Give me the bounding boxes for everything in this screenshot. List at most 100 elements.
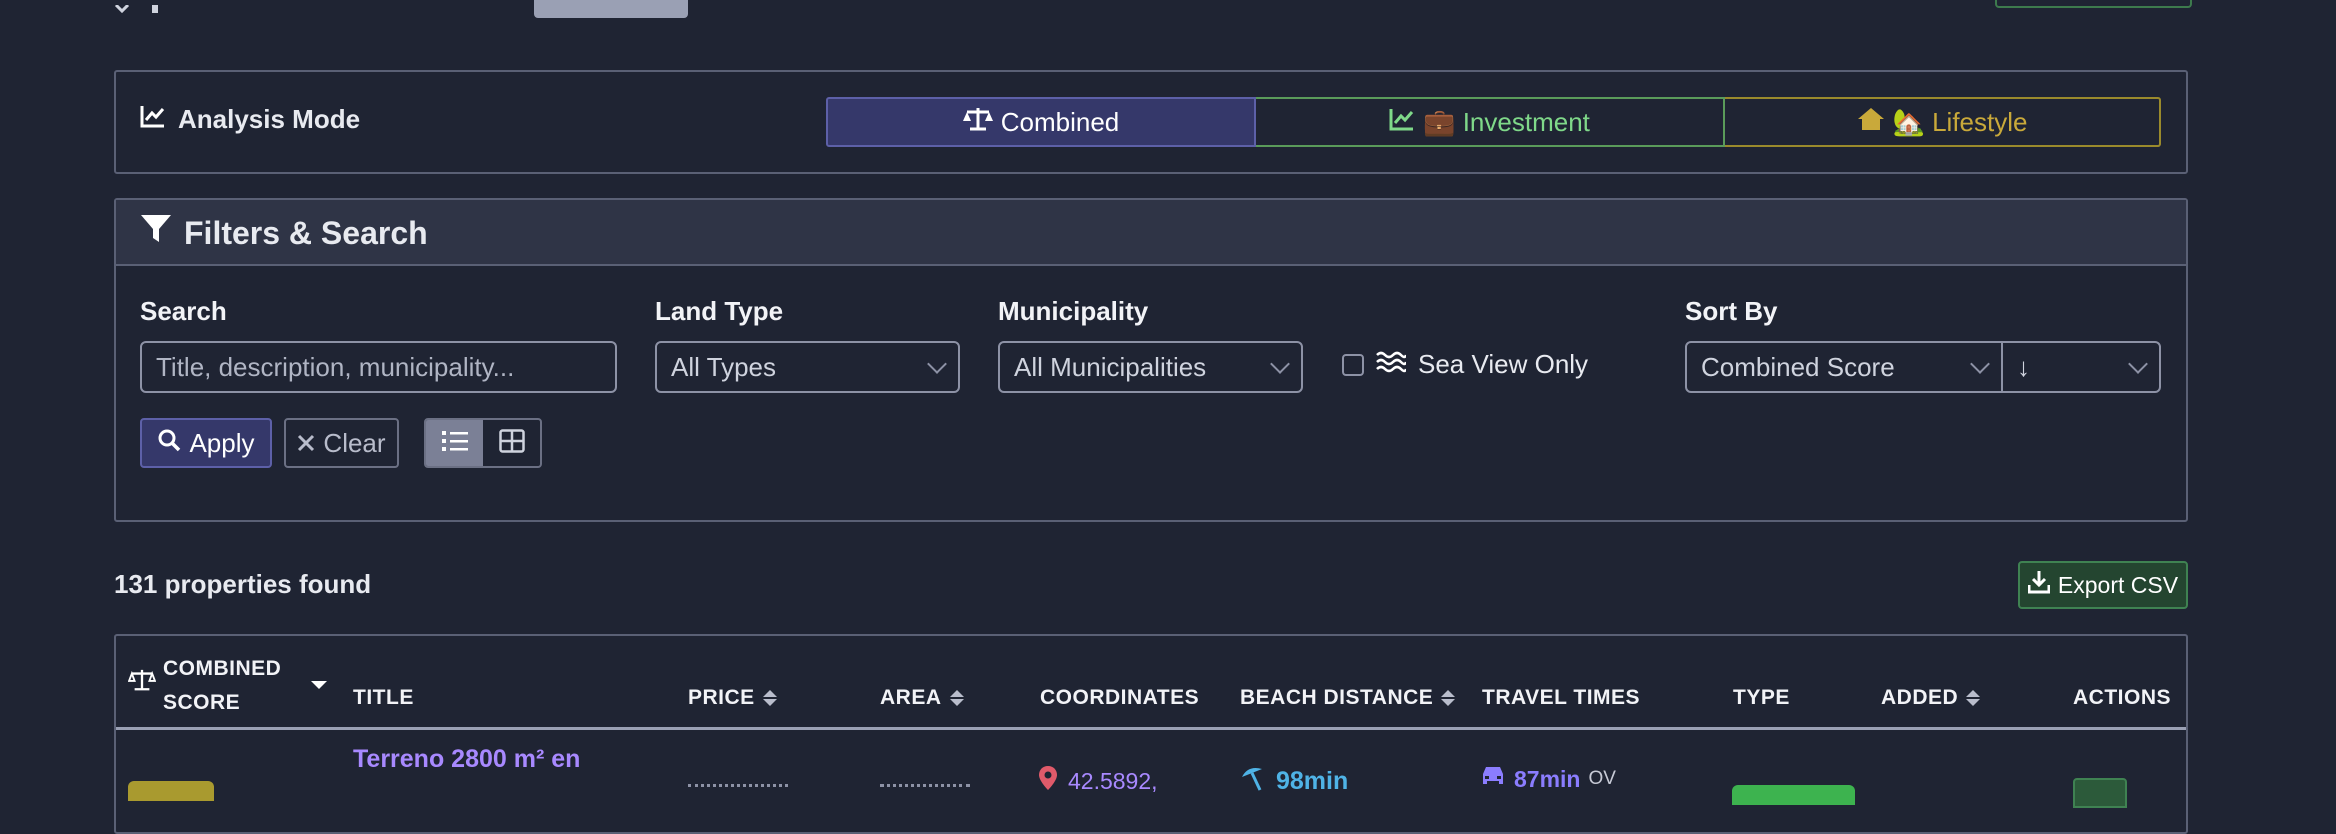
clear-button[interactable]: Clear (284, 418, 399, 468)
th-coordinates-label: COORDINATES (1040, 686, 1200, 709)
export-csv-button[interactable]: Export CSV (2018, 561, 2188, 609)
price-fragment (688, 784, 788, 795)
th-added-label: ADDED (1881, 686, 1959, 709)
map-pin-icon (1038, 765, 1058, 797)
apply-button[interactable]: Apply (140, 418, 272, 468)
municipality-select[interactable]: All Municipalities (998, 341, 1303, 393)
sort-direction-select[interactable]: ↓ (2001, 341, 2161, 393)
land-type-label: Land Type (655, 296, 784, 326)
sort-icon (1441, 690, 1456, 706)
coordinates-link[interactable]: 42.5892, (1038, 765, 1158, 797)
search-input[interactable]: Title, description, municipality... (140, 341, 617, 393)
sort-icon (762, 690, 777, 706)
line-chart-icon (1389, 107, 1415, 138)
th-area[interactable]: AREA (880, 686, 964, 710)
th-combined-score-line1: COMBINED (163, 657, 282, 680)
sea-view-label: Sea View Only (1418, 349, 1589, 379)
filters-title: Filters & Search (140, 214, 428, 252)
land-type-value: All Types (671, 351, 777, 382)
view-property-button[interactable] (2073, 778, 2127, 808)
municipality-label: Municipality (998, 296, 1149, 326)
header-badge-fragment (534, 0, 688, 18)
sort-icon (949, 690, 964, 706)
th-actions-label: ACTIONS (2073, 686, 2171, 709)
chevron-down-icon (927, 354, 947, 374)
th-travel-times-label: TRAVEL TIMES (1482, 686, 1641, 709)
export-csv-label: Export CSV (2057, 571, 2179, 598)
beach-distance: 98min (1240, 765, 1348, 798)
type-badge (1732, 785, 1855, 805)
mode-combined-label: Combined (1000, 106, 1120, 137)
municipality-value: All Municipalities (1014, 351, 1207, 382)
th-beach-distance-label: BEACH DISTANCE (1240, 686, 1434, 709)
filter-icon (140, 214, 172, 252)
balance-scale-icon (127, 668, 157, 697)
header-logo-fragment (112, 0, 324, 14)
search-placeholder: Title, description, municipality... (156, 351, 515, 382)
chevron-down-icon (1270, 354, 1290, 374)
th-price[interactable]: PRICE (688, 686, 777, 710)
th-type: TYPE (1733, 686, 1790, 710)
umbrella-beach-icon (1240, 765, 1268, 798)
header-button-fragment[interactable] (1995, 0, 2192, 8)
mode-investment-label: 💼 Investment (1423, 106, 1590, 137)
th-coordinates: COORDINATES (1040, 686, 1199, 710)
home-icon (1857, 107, 1885, 138)
filters-title-label: Filters & Search (184, 214, 428, 251)
analysis-mode-selector: Combined 💼 Investment 🏡 Lifestyle (826, 97, 2161, 147)
travel-times: 87min OV (1480, 765, 1616, 793)
line-chart-icon (140, 104, 166, 135)
properties-table (114, 634, 2188, 834)
balance-scale-icon (962, 106, 993, 139)
area-fragment (880, 784, 970, 795)
sort-direction-value: ↓ (2017, 351, 2030, 382)
grid-icon (498, 428, 525, 458)
th-combined-score[interactable]: COMBINED SCORE (163, 652, 281, 720)
list-view-button[interactable] (426, 420, 483, 466)
car-icon (1480, 765, 1506, 793)
land-type-select[interactable]: All Types (655, 341, 960, 393)
th-travel-times: TRAVEL TIMES (1482, 686, 1640, 710)
sort-icon (1966, 690, 1981, 706)
th-area-label: AREA (880, 686, 942, 709)
mode-investment-button[interactable]: 💼 Investment (1256, 97, 1725, 147)
list-icon (441, 430, 468, 457)
th-title: TITLE (353, 686, 414, 710)
sort-desc-icon[interactable] (311, 681, 327, 689)
th-type-label: TYPE (1733, 686, 1790, 709)
sort-field-value: Combined Score (1701, 351, 1895, 382)
results-count: 131 properties found (114, 569, 372, 599)
search-label: Search (140, 296, 227, 326)
sea-view-checkbox[interactable] (1342, 353, 1364, 376)
travel-time-destination: OV (1588, 768, 1616, 789)
search-icon (157, 428, 181, 459)
sort-by-label: Sort By (1685, 296, 1778, 326)
analysis-mode-label: Analysis Mode (178, 104, 361, 134)
grid-view-button[interactable] (483, 420, 540, 466)
travel-time-value: 87min (1514, 765, 1581, 792)
th-added[interactable]: ADDED (1881, 686, 1981, 710)
clear-label: Clear (323, 427, 386, 458)
download-icon (2027, 570, 2051, 600)
th-beach-distance[interactable]: BEACH DISTANCE (1240, 686, 1456, 710)
th-actions: ACTIONS (2073, 686, 2171, 710)
property-title-link[interactable]: Terreno 2800 m² en (353, 745, 580, 774)
th-title-label: TITLE (353, 686, 414, 709)
waves-icon (1376, 349, 1408, 380)
analysis-mode-title: Analysis Mode (140, 104, 360, 135)
chevron-down-icon (2128, 354, 2148, 374)
chevron-down-icon (1970, 354, 1990, 374)
mode-lifestyle-label: 🏡 Lifestyle (1892, 106, 2028, 137)
th-combined-score-line2: SCORE (163, 691, 241, 714)
sea-view-toggle[interactable]: Sea View Only (1342, 349, 1588, 380)
coordinates-value: 42.5892, (1068, 767, 1158, 794)
sort-field-select[interactable]: Combined Score (1685, 341, 2003, 393)
view-mode-toggle (424, 418, 542, 468)
mode-lifestyle-button[interactable]: 🏡 Lifestyle (1725, 97, 2161, 147)
th-price-label: PRICE (688, 686, 755, 709)
table-header-divider (116, 727, 2186, 730)
mode-combined-button[interactable]: Combined (826, 97, 1256, 147)
score-badge (128, 781, 214, 801)
apply-label: Apply (189, 427, 255, 458)
close-icon (297, 428, 315, 459)
